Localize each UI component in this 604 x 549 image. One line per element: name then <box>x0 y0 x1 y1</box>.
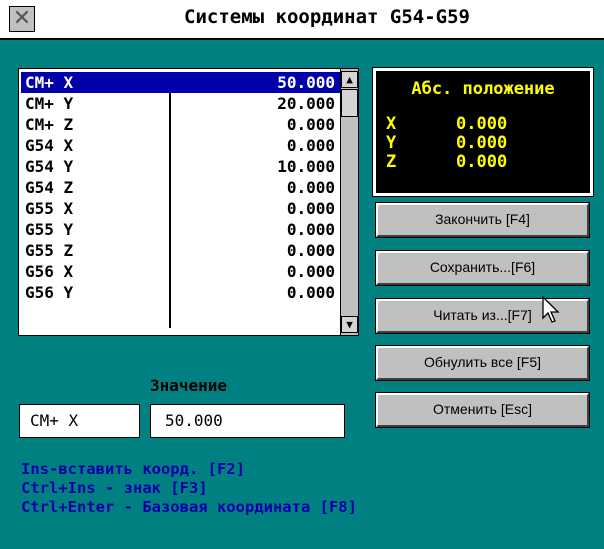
list-item[interactable]: CM+ Z 0.000 <box>21 114 341 135</box>
arrow-up-icon[interactable]: ▲ <box>341 71 358 88</box>
coord-value: 0.000 <box>286 136 335 155</box>
abs-axis-label: Z <box>386 152 397 172</box>
coord-name: G54 X <box>25 136 74 155</box>
abs-axis-label: X <box>386 114 397 134</box>
list-item[interactable]: G55 X 0.000 <box>21 198 341 219</box>
list-rows: CM+ X 50.000 CM+ Y 20.000 CM+ Z 0.000 G54 X 0.0… <box>21 72 341 303</box>
save-button[interactable]: Сохранить...[F6] <box>375 250 590 286</box>
coordinate-list[interactable]: CM+ X 50.000 CM+ Y 20.000 CM+ Z 0.000 G54 X 0.0… <box>18 68 359 336</box>
coord-name: G56 Y <box>25 283 74 302</box>
coord-name: G55 Y <box>25 220 74 239</box>
list-item[interactable]: G54 X 0.000 <box>21 135 341 156</box>
list-item[interactable]: G56 X 0.000 <box>21 261 341 282</box>
coord-value: 0.000 <box>286 241 335 260</box>
reset-all-button[interactable]: Обнулить все [F5] <box>375 345 590 381</box>
coord-name: CM+ Y <box>25 94 74 113</box>
coord-name: G55 X <box>25 199 74 218</box>
list-scrollbar[interactable]: ▲ ▼ <box>340 69 358 335</box>
coord-value: 0.000 <box>286 178 335 197</box>
coord-name: G54 Y <box>25 157 74 176</box>
coord-name: CM+ X <box>25 73 74 92</box>
scroll-thumb[interactable] <box>341 89 358 117</box>
abs-axis-label: Y <box>386 133 397 153</box>
coord-name: G54 Z <box>25 178 74 197</box>
coord-name: G55 Z <box>25 241 74 260</box>
coord-name-field: CM+ X <box>19 404 140 438</box>
cancel-button[interactable]: Отменить [Esc] <box>375 392 590 428</box>
abs-axis-value: 0.000 <box>456 133 508 153</box>
coord-name: G56 X <box>25 262 74 281</box>
hint-sign: Ctrl+Ins - знак [F3] <box>21 479 208 497</box>
coord-value: 0.000 <box>286 115 335 134</box>
list-item[interactable]: G55 Y 0.000 <box>21 219 341 240</box>
coord-value: 20.000 <box>277 94 335 113</box>
value-input[interactable]: 50.000 <box>150 404 345 438</box>
mouse-pointer-icon <box>542 296 560 323</box>
value-label: Значение <box>150 376 228 395</box>
coord-name: CM+ Z <box>25 115 74 134</box>
list-item[interactable]: G54 Y 10.000 <box>21 156 341 177</box>
coord-value: 0.000 <box>286 220 335 239</box>
coord-value: 10.000 <box>277 157 335 176</box>
abs-axis-value: 0.000 <box>456 152 508 172</box>
coord-value: 0.000 <box>286 283 335 302</box>
list-item[interactable]: CM+ X 50.000 <box>21 72 341 93</box>
coordinate-systems-dialog: ✕ Системы координат G54-G59 CM+ X 50.000 C… <box>0 0 604 549</box>
title-bar: ✕ Системы координат G54-G59 <box>0 0 604 40</box>
window-title: Системы координат G54-G59 <box>184 6 470 28</box>
abs-axis-value: 0.000 <box>456 114 508 134</box>
finish-button[interactable]: Закончить [F4] <box>375 202 590 238</box>
arrow-down-icon[interactable]: ▼ <box>341 316 358 333</box>
absolute-position-panel: Абс. положение X 0.000 Y 0.000 Z 0.000 <box>372 67 594 197</box>
list-item[interactable]: G55 Z 0.000 <box>21 240 341 261</box>
hint-insert: Ins-вставить коорд. [F2] <box>21 460 245 478</box>
abs-position-title: Абс. положение <box>411 79 555 99</box>
coord-value: 50.000 <box>277 73 335 92</box>
coord-value: 0.000 <box>286 199 335 218</box>
list-item[interactable]: G56 Y 0.000 <box>21 282 341 303</box>
list-item[interactable]: CM+ Y 20.000 <box>21 93 341 114</box>
close-icon[interactable]: ✕ <box>9 6 35 32</box>
hint-base-coordinate: Ctrl+Enter - Базовая координата [F8] <box>21 498 357 516</box>
coord-value: 0.000 <box>286 262 335 281</box>
list-item[interactable]: G54 Z 0.000 <box>21 177 341 198</box>
